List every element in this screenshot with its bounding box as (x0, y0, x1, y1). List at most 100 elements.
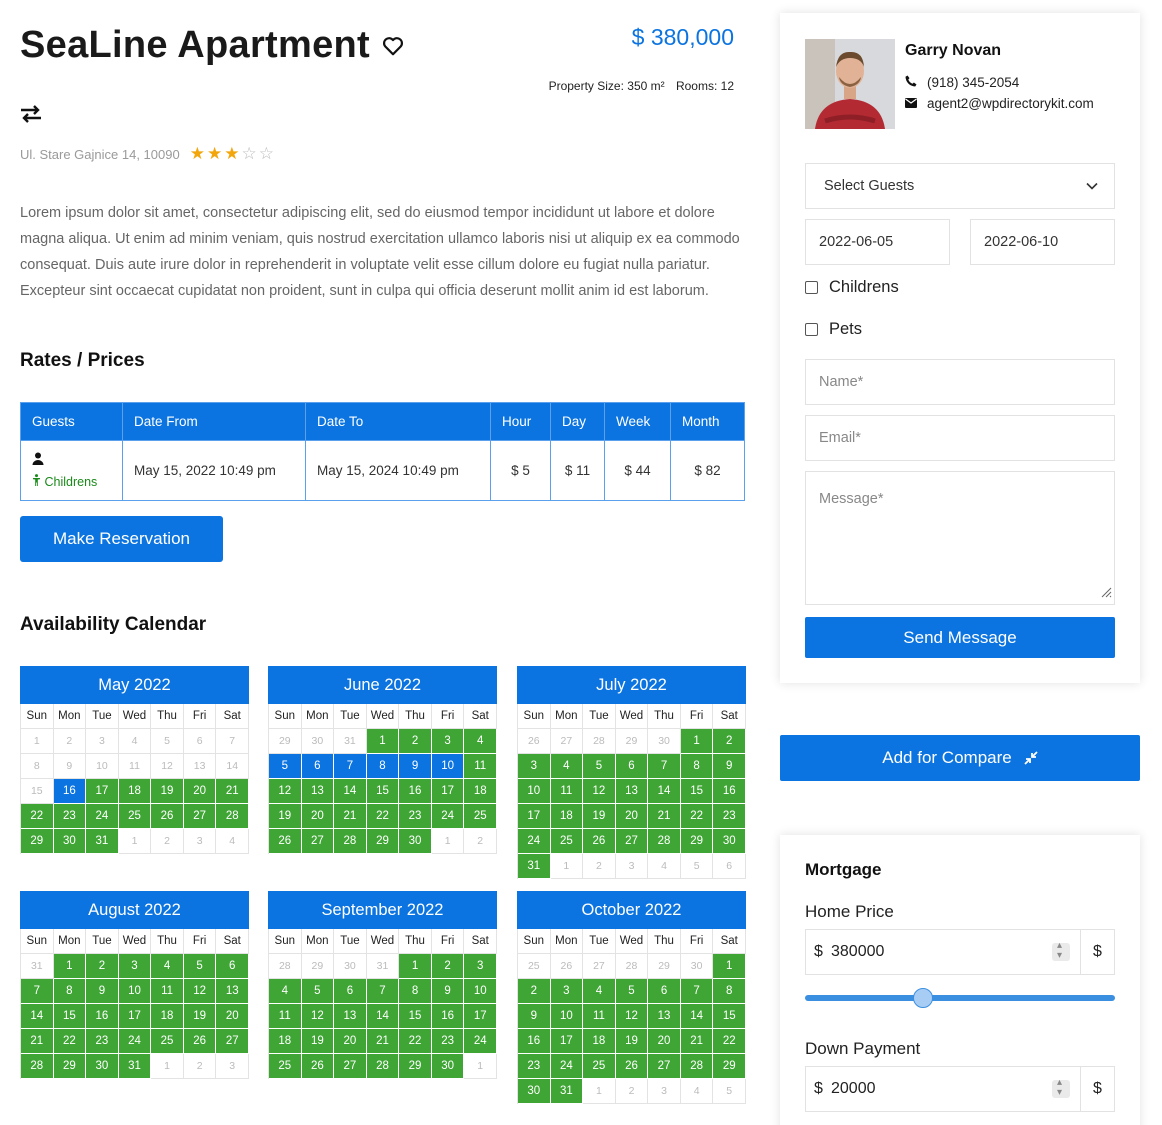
calendar-day-available[interactable]: 8 (399, 979, 432, 1004)
calendar-day-available[interactable]: 4 (464, 729, 497, 754)
calendar-day-available[interactable]: 7 (648, 754, 681, 779)
calendar-day-available[interactable]: 9 (518, 1004, 551, 1029)
calendar-day-available[interactable]: 12 (269, 779, 302, 804)
calendar-day-available[interactable]: 7 (680, 979, 714, 1004)
guests-select[interactable]: Select Guests (805, 163, 1115, 209)
calendar-day-available[interactable]: 18 (269, 1029, 302, 1054)
add-for-compare-button[interactable]: Add for Compare (780, 735, 1140, 781)
calendar-day-available[interactable]: 19 (269, 804, 302, 829)
calendar-day-available[interactable]: 4 (550, 754, 584, 779)
calendar-day-available[interactable]: 25 (151, 1029, 184, 1054)
calendar-day-available[interactable]: 19 (183, 1004, 217, 1029)
calendar-day-available[interactable]: 13 (216, 979, 249, 1004)
calendar-day-available[interactable]: 6 (615, 754, 649, 779)
calendar-day-available[interactable]: 10 (550, 1004, 584, 1029)
calendar-day-available[interactable]: 3 (550, 979, 584, 1004)
calendar-day-available[interactable]: 21 (21, 1029, 54, 1054)
calendar-day-available[interactable]: 14 (648, 779, 681, 804)
pets-checkbox[interactable] (805, 323, 818, 336)
calendar-day-available[interactable]: 9 (713, 754, 746, 779)
calendar-day-available[interactable]: 8 (713, 979, 746, 1004)
calendar-day-available[interactable]: 11 (151, 979, 184, 1004)
calendar-day-available[interactable]: 27 (648, 1054, 681, 1079)
calendar-day-available[interactable]: 16 (431, 1004, 465, 1029)
calendar-day-available[interactable]: 28 (21, 1054, 54, 1079)
calendar-day-available[interactable]: 26 (583, 829, 616, 854)
calendar-day-available[interactable]: 29 (399, 1054, 432, 1079)
calendar-day-available[interactable]: 3 (464, 954, 497, 979)
calendar-day-available[interactable]: 2 (431, 954, 465, 979)
calendar-day-available[interactable]: 25 (118, 804, 152, 829)
calendar-day-available[interactable]: 22 (366, 804, 400, 829)
calendar-day-available[interactable]: 26 (615, 1054, 649, 1079)
agent-email[interactable]: agent2@wpdirectorykit.com (927, 96, 1094, 111)
message-field[interactable]: Message* (805, 471, 1115, 605)
calendar-day-available[interactable]: 30 (53, 829, 87, 854)
calendar-day-available[interactable]: 23 (53, 804, 87, 829)
calendar-day-available[interactable]: 13 (301, 779, 335, 804)
calendar-day-available[interactable]: 1 (713, 954, 746, 979)
calendar-day-available[interactable]: 20 (648, 1029, 681, 1054)
calendar-day-available[interactable]: 27 (301, 829, 335, 854)
down-payment-input[interactable]: $ 20000 $ (805, 1066, 1115, 1112)
calendar-day-booked[interactable]: 9 (399, 754, 432, 779)
calendar-day-available[interactable]: 9 (86, 979, 119, 1004)
calendar-day-available[interactable]: 15 (713, 1004, 746, 1029)
calendar-day-available[interactable]: 20 (301, 804, 335, 829)
calendar-day-available[interactable]: 12 (583, 779, 616, 804)
calendar-day-available[interactable]: 19 (615, 1029, 649, 1054)
calendar-day-available[interactable]: 1 (399, 954, 432, 979)
calendar-day-available[interactable]: 27 (183, 804, 217, 829)
calendar-day-available[interactable]: 22 (53, 1029, 87, 1054)
calendar-day-available[interactable]: 23 (518, 1054, 551, 1079)
calendar-day-available[interactable]: 1 (366, 729, 400, 754)
calendar-day-available[interactable]: 28 (648, 829, 681, 854)
calendar-day-available[interactable]: 24 (518, 829, 551, 854)
calendar-day-available[interactable]: 15 (366, 779, 400, 804)
calendar-day-available[interactable]: 4 (269, 979, 302, 1004)
calendar-day-available[interactable]: 7 (366, 979, 400, 1004)
calendar-day-booked[interactable]: 7 (334, 754, 367, 779)
calendar-day-available[interactable]: 23 (431, 1029, 465, 1054)
calendar-day-available[interactable]: 6 (334, 979, 367, 1004)
calendar-day-available[interactable]: 21 (648, 804, 681, 829)
calendar-day-booked[interactable]: 10 (431, 754, 465, 779)
calendar-day-available[interactable]: 28 (334, 829, 367, 854)
make-reservation-button[interactable]: Make Reservation (20, 516, 223, 562)
calendar-day-available[interactable]: 13 (648, 1004, 681, 1029)
childrens-checkbox-row[interactable]: Childrens (805, 278, 899, 297)
calendar-day-available[interactable]: 23 (713, 804, 746, 829)
calendar-day-available[interactable]: 23 (86, 1029, 119, 1054)
calendar-day-available[interactable]: 4 (583, 979, 616, 1004)
calendar-day-available[interactable]: 30 (713, 829, 746, 854)
calendar-day-available[interactable]: 30 (431, 1054, 465, 1079)
send-message-button[interactable]: Send Message (805, 617, 1115, 658)
number-stepper-icon[interactable] (1052, 940, 1070, 961)
name-field[interactable]: Name* (805, 359, 1115, 405)
calendar-day-available[interactable]: 4 (151, 954, 184, 979)
calendar-day-available[interactable]: 24 (118, 1029, 152, 1054)
calendar-day-available[interactable]: 11 (269, 1004, 302, 1029)
calendar-day-available[interactable]: 27 (615, 829, 649, 854)
calendar-day-available[interactable]: 16 (399, 779, 432, 804)
calendar-day-available[interactable]: 25 (550, 829, 584, 854)
calendar-day-available[interactable]: 2 (399, 729, 432, 754)
calendar-day-available[interactable]: 28 (366, 1054, 400, 1079)
calendar-day-available[interactable]: 18 (151, 1004, 184, 1029)
calendar-day-booked[interactable]: 16 (53, 779, 87, 804)
calendar-day-available[interactable]: 20 (334, 1029, 367, 1054)
calendar-day-available[interactable]: 20 (216, 1004, 249, 1029)
calendar-day-available[interactable]: 2 (713, 729, 746, 754)
calendar-day-available[interactable]: 15 (680, 779, 714, 804)
calendar-day-available[interactable]: 5 (183, 954, 217, 979)
calendar-day-available[interactable]: 24 (550, 1054, 584, 1079)
pets-checkbox-row[interactable]: Pets (805, 320, 862, 339)
calendar-day-available[interactable]: 11 (464, 754, 497, 779)
calendar-day-available[interactable]: 18 (464, 779, 497, 804)
calendar-day-available[interactable]: 11 (550, 779, 584, 804)
calendar-day-available[interactable]: 31 (118, 1054, 152, 1079)
calendar-day-available[interactable]: 18 (550, 804, 584, 829)
calendar-day-available[interactable]: 8 (680, 754, 714, 779)
calendar-day-available[interactable]: 14 (366, 1004, 400, 1029)
calendar-day-available[interactable]: 16 (518, 1029, 551, 1054)
